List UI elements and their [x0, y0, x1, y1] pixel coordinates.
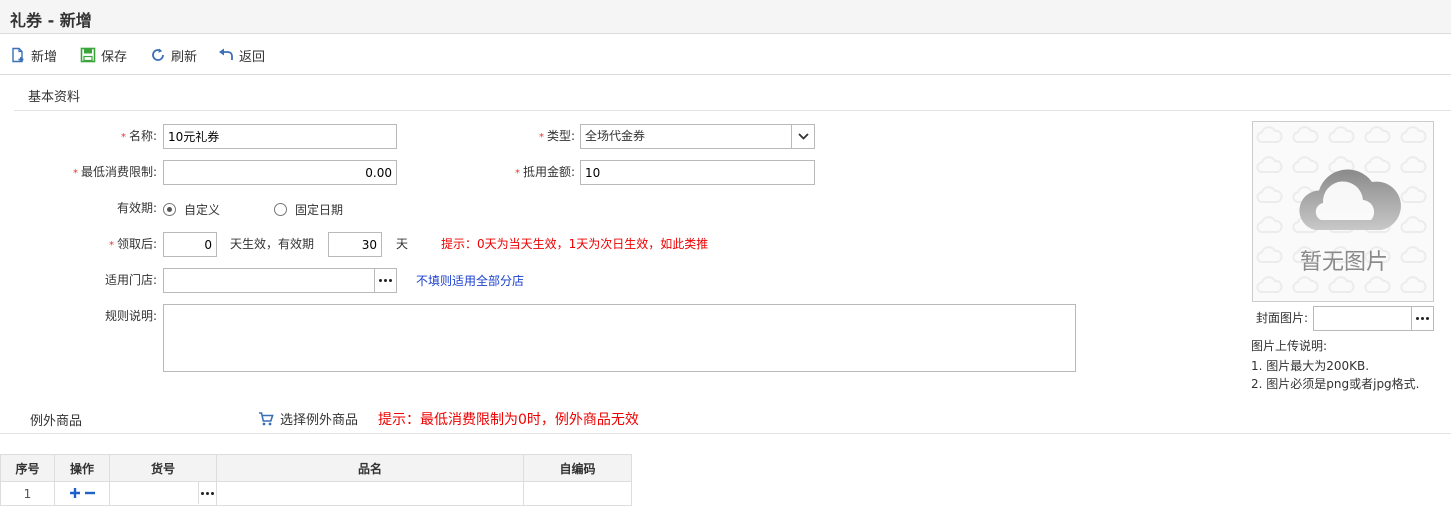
- radio-unchecked-icon: [274, 203, 287, 216]
- exceptions-label: 例外商品: [30, 414, 83, 429]
- upload-instructions-title: 图片上传说明:: [1251, 339, 1328, 353]
- row-code: [523, 481, 632, 506]
- add-button-label: 新增: [31, 49, 58, 65]
- name-label: * 名称:: [120, 129, 157, 143]
- cart-icon: [259, 411, 274, 425]
- rules-label: 规则说明:: [104, 309, 157, 323]
- save-button-label: 保存: [101, 49, 128, 65]
- basic-info-label: 基本资料: [28, 90, 81, 105]
- column-header-action: 操作: [54, 454, 110, 482]
- refresh-button[interactable]: 刷新: [150, 45, 197, 65]
- exceptions-header: 例外商品 选择例外商品 提示：最低消费限制为0时，例外商品无效: [0, 400, 1451, 434]
- deduct-amount-input[interactable]: [580, 160, 815, 185]
- back-button-label: 返回: [239, 49, 266, 65]
- toolbar: 新增 保存 刷新 返回: [0, 35, 1451, 75]
- validity-hint: 提示：0天为当天生效，1天为次日生效，如此类推: [441, 237, 709, 251]
- save-button[interactable]: 保存: [80, 45, 127, 65]
- back-button[interactable]: 返回: [218, 45, 265, 65]
- store-label: 适用门店:: [104, 273, 157, 287]
- row-name: [216, 481, 524, 506]
- type-select[interactable]: 全场代金券: [580, 124, 815, 149]
- cover-browse-button[interactable]: [1411, 307, 1433, 330]
- page-title: 礼券 - 新增: [10, 11, 92, 30]
- exceptions-hint: 提示：最低消费限制为0时，例外商品无效: [378, 412, 639, 428]
- exceptions-table: 序号 操作 货号 品名 自编码 1: [0, 454, 632, 506]
- store-picker[interactable]: [163, 268, 397, 293]
- column-header-code: 自编码: [523, 454, 632, 482]
- back-arrow-icon: [219, 48, 233, 60]
- required-mark: *: [538, 132, 544, 143]
- type-select-value: 全场代金券: [585, 129, 646, 143]
- upload-rule-format: 2. 图片必须是png或者jpg格式.: [1251, 377, 1420, 391]
- name-input[interactable]: [163, 124, 397, 149]
- refresh-button-label: 刷新: [171, 49, 198, 65]
- select-exception-goods-button[interactable]: 选择例外商品: [258, 409, 358, 428]
- column-header-name: 品名: [216, 454, 524, 482]
- column-header-index: 序号: [0, 454, 55, 482]
- row-actions: [54, 481, 110, 506]
- add-doc-icon: [12, 47, 24, 63]
- table-row: 1: [0, 481, 632, 506]
- after-receive-label: * 领取后:: [108, 237, 157, 251]
- row-index: 1: [0, 481, 55, 506]
- upload-rule-size: 1. 图片最大为200KB.: [1251, 359, 1370, 373]
- store-browse-button[interactable]: [374, 269, 396, 292]
- validity-radio-custom[interactable]: 自定义: [163, 201, 220, 218]
- type-label: * 类型:: [538, 129, 575, 143]
- validity-radio-fixed[interactable]: 固定日期: [274, 201, 343, 218]
- radio-fixed-label: 固定日期: [295, 203, 344, 217]
- radio-checked-icon: [163, 203, 176, 216]
- add-button[interactable]: 新增: [10, 45, 57, 65]
- add-row-icon[interactable]: [69, 487, 80, 498]
- valid-days-input[interactable]: [328, 232, 382, 257]
- row-sku-cell[interactable]: [109, 481, 217, 506]
- deduct-amount-label: * 抵用金额:: [514, 165, 575, 179]
- basic-info-header: 基本资料: [14, 76, 1451, 111]
- required-mark: *: [120, 132, 126, 143]
- after-receive-days-input[interactable]: [163, 232, 217, 257]
- no-image-text: 暂无图片: [1299, 250, 1388, 275]
- type-dropdown-button[interactable]: [791, 125, 814, 148]
- cover-image-placeholder: 暂无图片: [1252, 121, 1434, 302]
- min-spend-input[interactable]: [163, 160, 397, 185]
- min-spend-label: * 最低消费限制:: [72, 165, 157, 179]
- required-mark: *: [514, 168, 520, 179]
- column-header-sku: 货号: [109, 454, 217, 482]
- table-header-row: 序号 操作 货号 品名 自编码: [0, 454, 632, 482]
- required-mark: *: [72, 168, 78, 179]
- refresh-icon: [152, 48, 164, 61]
- sku-browse-button[interactable]: [198, 482, 216, 504]
- select-exception-goods-label: 选择例外商品: [280, 413, 359, 428]
- rules-textarea[interactable]: [163, 304, 1076, 372]
- effective-text: 天生效，有效期: [230, 237, 315, 251]
- remove-row-icon[interactable]: [84, 488, 95, 498]
- save-icon: [80, 47, 96, 63]
- validity-label: 有效期:: [116, 201, 157, 215]
- cover-image-picker[interactable]: [1313, 306, 1434, 331]
- cover-image-label: 封面图片:: [1255, 311, 1308, 325]
- window-titlebar: 礼券 - 新增: [0, 0, 1451, 34]
- day-unit: 天: [396, 237, 409, 251]
- chevron-down-icon: [798, 133, 809, 140]
- radio-custom-label: 自定义: [184, 203, 221, 217]
- required-mark: *: [108, 240, 114, 251]
- store-hint: 不填则适用全部分店: [416, 274, 525, 288]
